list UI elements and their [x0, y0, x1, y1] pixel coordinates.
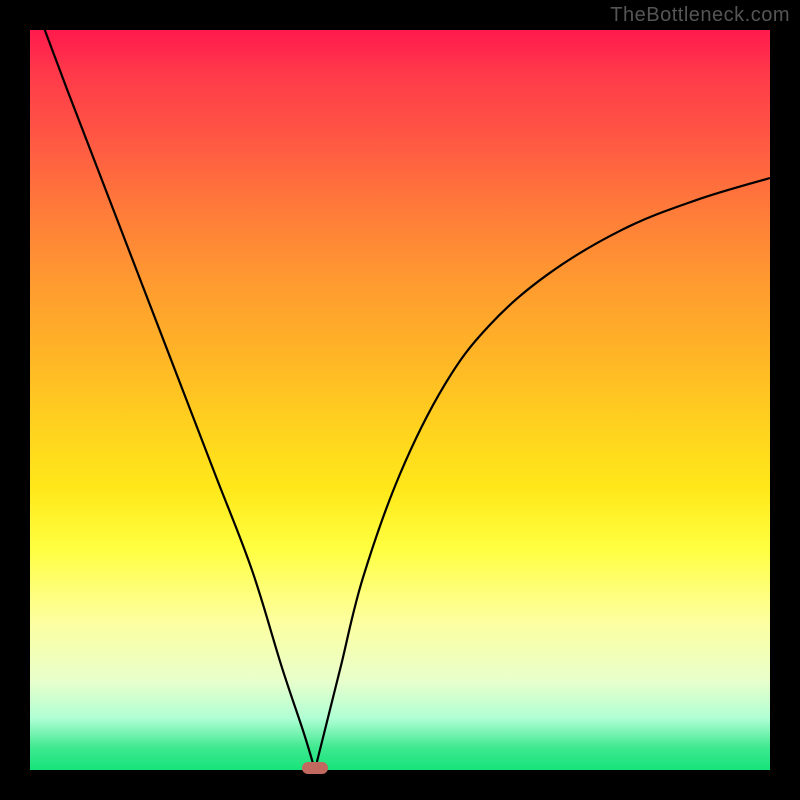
bottleneck-marker — [302, 762, 328, 774]
curve-left — [45, 30, 315, 770]
curve-right — [315, 178, 770, 770]
chart-frame: TheBottleneck.com — [0, 0, 800, 800]
watermark-text: TheBottleneck.com — [610, 4, 790, 27]
curve-svg — [30, 30, 770, 770]
plot-area — [30, 30, 770, 770]
